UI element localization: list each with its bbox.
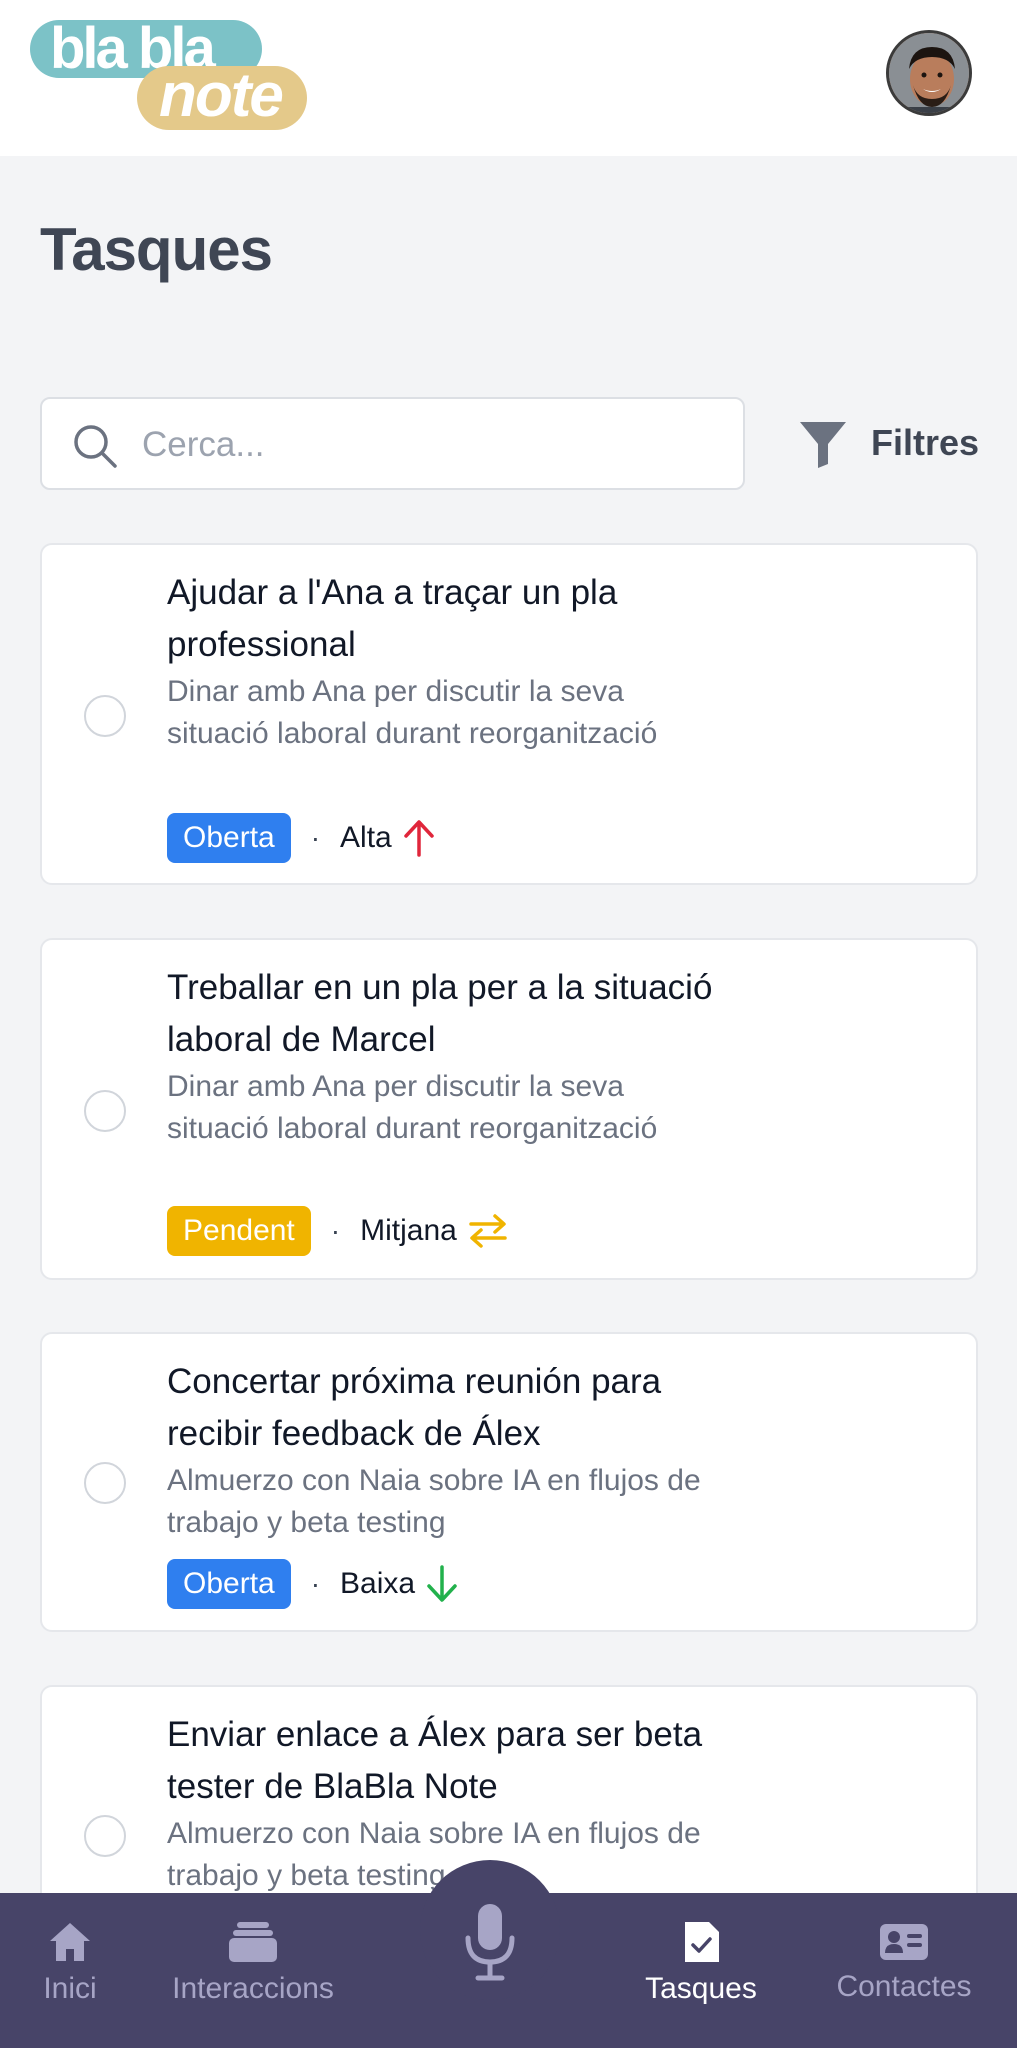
task-complete-checkbox[interactable] xyxy=(84,1090,126,1132)
task-card[interactable]: Treballar en un pla per a la situació la… xyxy=(40,938,978,1280)
task-complete-checkbox[interactable] xyxy=(84,1462,126,1504)
task-card[interactable]: Concertar próxima reunión para recibir f… xyxy=(40,1332,978,1632)
record-button[interactable] xyxy=(450,1900,530,2010)
task-complete-checkbox[interactable] xyxy=(84,695,126,737)
nav-label: Inici xyxy=(43,1972,97,2005)
contact-card-icon xyxy=(880,1924,928,1960)
task-meta: Oberta · Alta xyxy=(167,813,438,863)
logo-bottom-text: note xyxy=(137,65,307,130)
arrow-down-icon xyxy=(427,1565,457,1602)
nav-item-interaccions[interactable]: Interaccions xyxy=(160,1920,346,2030)
blabla-note-logo[interactable]: bla bla note xyxy=(30,20,320,135)
funnel-icon xyxy=(800,422,846,468)
app-header: bla bla note xyxy=(0,0,1017,156)
status-badge: Pendent xyxy=(167,1206,311,1256)
filter-label: Filtres xyxy=(871,422,980,463)
home-icon xyxy=(50,1923,90,1961)
filter-button[interactable]: Filtres xyxy=(798,412,983,476)
avatar[interactable] xyxy=(886,30,972,116)
task-title: Ajudar a l'Ana a traçar un pla professio… xyxy=(167,573,618,664)
priority-label: Mitjana xyxy=(360,1214,457,1247)
task-description: Dinar amb Ana per discutir la seva situa… xyxy=(167,1070,658,1145)
task-complete-checkbox[interactable] xyxy=(84,1815,126,1857)
meta-separator: · xyxy=(310,822,321,853)
task-meta: Oberta · Baixa xyxy=(167,1559,461,1609)
nav-item-tasques[interactable]: Tasques xyxy=(636,1920,766,2030)
nav-label: Contactes xyxy=(836,1970,972,2003)
meta-separator: · xyxy=(330,1215,341,1246)
microphone-icon xyxy=(465,1904,515,1981)
meta-separator: · xyxy=(310,1568,321,1599)
task-meta: Pendent · Mitjana xyxy=(167,1206,511,1256)
nav-label: Interaccions xyxy=(172,1972,334,2005)
page-title: Tasques xyxy=(40,216,273,283)
task-title: Concertar próxima reunión para recibir f… xyxy=(167,1362,662,1453)
search-box[interactable] xyxy=(40,397,745,490)
task-description: Dinar amb Ana per discutir la seva situa… xyxy=(167,675,658,750)
task-title: Treballar en un pla per a la situació la… xyxy=(167,968,713,1059)
search-icon xyxy=(74,425,117,468)
status-badge: Oberta xyxy=(167,1559,291,1609)
search-input[interactable] xyxy=(142,417,722,473)
user-photo xyxy=(889,33,969,113)
nav-label: Tasques xyxy=(645,1972,757,2005)
swap-arrows-icon xyxy=(469,1214,507,1248)
task-check-icon xyxy=(685,1922,719,1962)
stack-icon xyxy=(229,1922,277,1962)
task-title: Enviar enlace a Álex para ser beta teste… xyxy=(167,1715,703,1806)
priority-label: Alta xyxy=(340,821,392,854)
status-badge: Oberta xyxy=(167,813,291,863)
task-description: Almuerzo con Naia sobre IA en flujos de … xyxy=(167,1464,701,1539)
nav-item-contactes[interactable]: Contactes xyxy=(826,1920,982,2030)
nav-item-inici[interactable]: Inici xyxy=(30,1920,110,2030)
priority-label: Baixa xyxy=(340,1567,416,1600)
arrow-up-icon xyxy=(404,820,434,857)
task-card[interactable]: Ajudar a l'Ana a traçar un pla professio… xyxy=(40,543,978,885)
